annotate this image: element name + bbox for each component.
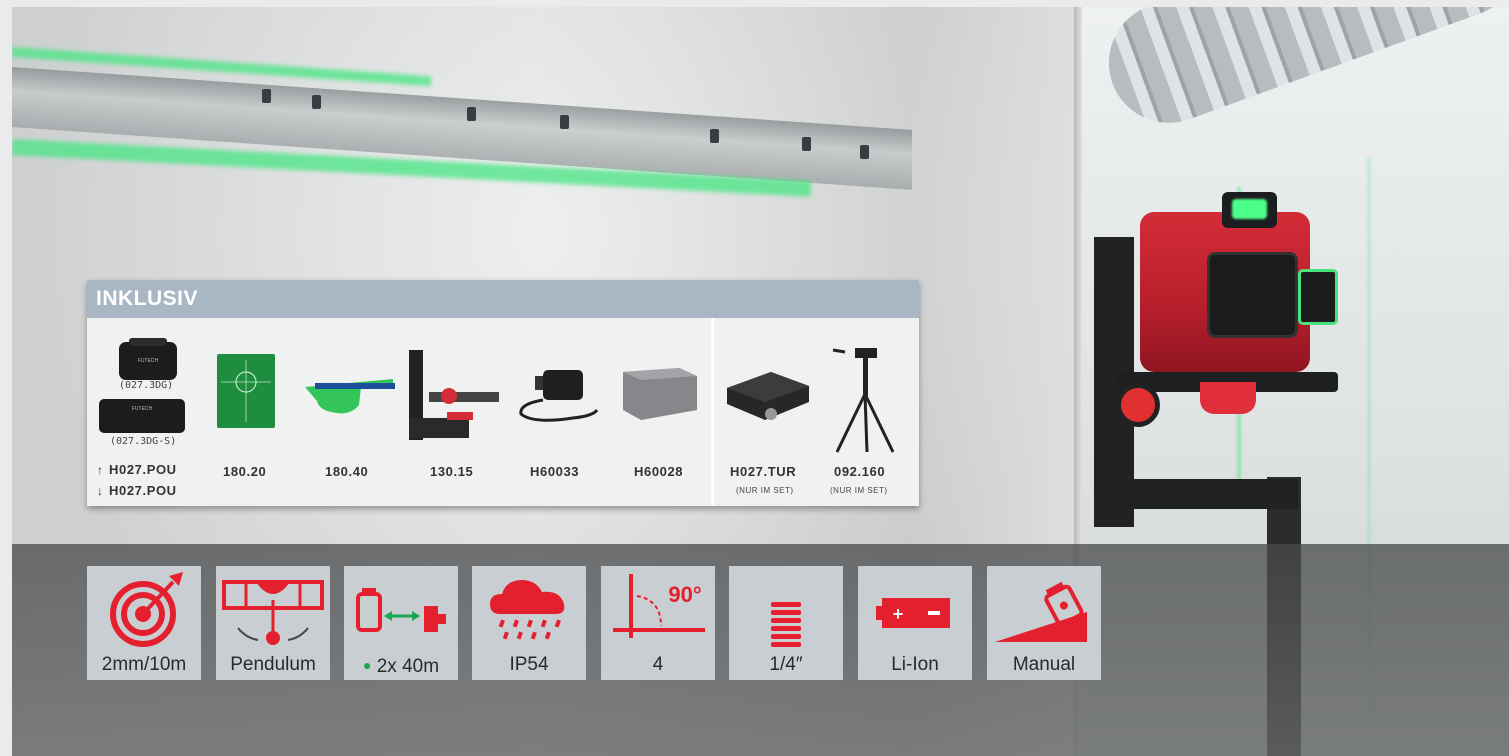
feature-label: Manual bbox=[1012, 654, 1076, 675]
rain-icon bbox=[490, 580, 565, 640]
manual-tilt-icon bbox=[995, 581, 1087, 642]
case-code-3dg-s: (027.3DG-S) bbox=[110, 436, 177, 447]
divider bbox=[711, 318, 714, 506]
wall-mount-code: 130.15 bbox=[430, 464, 474, 479]
feature-receiver: ● 2x 40m bbox=[344, 566, 458, 680]
rail-hole bbox=[262, 89, 271, 103]
svg-text:FUTECH: FUTECH bbox=[138, 358, 159, 364]
case-code-up: ↑ H027.POU bbox=[97, 462, 177, 477]
pendulum-icon bbox=[222, 580, 324, 645]
feature-label-row: ● 2x 40m bbox=[344, 652, 458, 680]
laser-emitter bbox=[1232, 199, 1267, 219]
laser-glasses-icon bbox=[305, 379, 395, 414]
rail-hole bbox=[802, 137, 811, 151]
angle-90-icon: 90° bbox=[613, 574, 705, 638]
feature-pendulum: Pendulum bbox=[216, 566, 330, 680]
wall-mount-icon bbox=[409, 350, 499, 440]
feature-label: 1/4″ bbox=[769, 654, 803, 675]
rail-hole bbox=[312, 95, 321, 109]
arrow-down-icon: ↓ bbox=[97, 484, 104, 498]
tripod-code: 092.160 bbox=[834, 464, 886, 479]
turntable-icon bbox=[727, 372, 809, 420]
target-plate-code: 180.20 bbox=[223, 464, 267, 479]
feature-label: 2x 40m bbox=[376, 656, 440, 677]
tripod-icon bbox=[832, 348, 895, 453]
carry-case-small-icon: FUTECH bbox=[119, 338, 177, 380]
laser-side-window bbox=[1298, 269, 1338, 325]
angle-label: 90° bbox=[668, 582, 701, 607]
turntable-code: H027.TUR bbox=[730, 464, 797, 479]
mount-stage bbox=[1108, 479, 1298, 509]
feature-tilt: Manual bbox=[987, 566, 1101, 680]
receiver-range-icon bbox=[356, 588, 446, 632]
thread-icon bbox=[771, 602, 801, 647]
laser-glasses-code: 180.40 bbox=[325, 464, 369, 479]
feature-label: IP54 bbox=[509, 654, 549, 675]
battery-pack-icon bbox=[623, 368, 697, 420]
included-title: INKLUSIV bbox=[87, 280, 919, 318]
svg-text:+: + bbox=[893, 604, 904, 624]
charger-icon bbox=[519, 370, 599, 422]
battery-icon: + bbox=[876, 598, 950, 628]
target-accuracy-icon bbox=[110, 572, 183, 647]
battery-code: H60028 bbox=[634, 464, 684, 479]
rail-hole bbox=[710, 129, 719, 143]
feature-thread: 1/4″ bbox=[729, 566, 843, 680]
turntable-note: (NUR IM SET) bbox=[736, 486, 794, 495]
feature-label: 2mm/10m bbox=[101, 654, 187, 675]
adjust-knob bbox=[1116, 383, 1160, 427]
laser-base bbox=[1200, 382, 1256, 414]
tripod-note: (NUR IM SET) bbox=[830, 486, 888, 495]
green-dot-icon: ● bbox=[362, 657, 372, 673]
svg-text:FUTECH: FUTECH bbox=[132, 406, 153, 412]
rail-hole bbox=[560, 115, 569, 129]
rail-hole bbox=[467, 107, 476, 121]
arrow-up-icon: ↑ bbox=[97, 463, 104, 477]
case-code-3dg: (027.3DG) bbox=[119, 380, 174, 391]
feature-accuracy: 2mm/10m bbox=[87, 566, 201, 680]
feature-label: 4 bbox=[652, 654, 664, 675]
charger-code: H60033 bbox=[530, 464, 580, 479]
feature-battery: + Li-Ion bbox=[858, 566, 972, 680]
laser-window bbox=[1207, 252, 1298, 338]
rail-hole bbox=[860, 145, 869, 159]
target-plate-icon bbox=[217, 354, 275, 428]
included-panel: INKLUSIV FUTECH (027.3DG) FUTECH (027.3D… bbox=[87, 280, 919, 506]
feature-ip: IP54 bbox=[472, 566, 586, 680]
carry-case-large-icon: FUTECH bbox=[99, 399, 185, 433]
feature-label: Pendulum bbox=[230, 654, 316, 675]
feature-label: Li-Ion bbox=[891, 654, 939, 675]
feature-angle: 90° 4 bbox=[601, 566, 715, 680]
case-code-down: ↓ H027.POU bbox=[97, 483, 177, 498]
